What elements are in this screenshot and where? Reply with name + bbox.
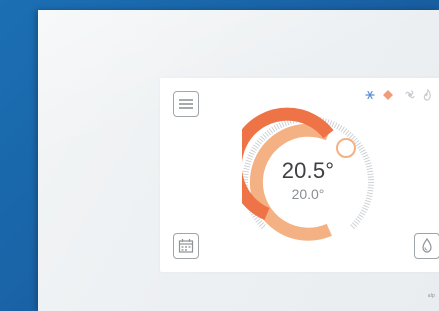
menu-button[interactable] — [173, 91, 199, 117]
dial-tick — [355, 218, 361, 223]
dial-tick — [356, 216, 363, 221]
dial-tick — [254, 142, 261, 147]
humidity-button[interactable] — [414, 233, 439, 259]
dial-knob[interactable] — [336, 138, 356, 158]
dial-tick — [338, 125, 343, 131]
dial-tick — [258, 137, 264, 143]
dial-tick — [360, 149, 366, 154]
dial-tick — [357, 144, 363, 149]
dial-tick — [348, 133, 354, 139]
dial-tick — [276, 123, 280, 130]
snowflake-icon[interactable] — [365, 90, 375, 100]
drop-icon — [422, 237, 432, 253]
dial-tick — [278, 122, 283, 129]
dial-tick — [247, 154, 254, 158]
dial-tick — [355, 142, 362, 147]
dial-tick — [266, 129, 272, 136]
heat-icon[interactable] — [383, 90, 393, 100]
dial-tick — [264, 131, 270, 137]
dial-tick — [351, 222, 357, 227]
fan-icon[interactable] — [405, 90, 415, 99]
dial-tick — [350, 224, 355, 229]
dial-tick — [331, 121, 335, 128]
dial-tick — [364, 202, 371, 206]
dial-tick — [251, 146, 258, 151]
dial-tick — [342, 128, 348, 134]
dial-tick — [283, 120, 287, 127]
dial-tick — [257, 220, 263, 225]
dial-tick — [336, 123, 340, 130]
calendar-icon — [178, 239, 194, 253]
dial-tick — [333, 122, 338, 129]
dial-tick — [353, 220, 359, 225]
dial-tick — [248, 151, 255, 156]
dial-tick — [354, 139, 360, 145]
dial-tick — [281, 121, 285, 128]
dial-tick — [273, 125, 278, 131]
dial-tick — [260, 135, 266, 141]
flame-icon[interactable] — [423, 88, 431, 101]
dial-tick — [344, 129, 350, 136]
dial-tick — [362, 154, 369, 158]
dial-tick — [358, 213, 364, 218]
temperature-dial[interactable]: 20.5° 20.0° — [228, 102, 375, 262]
menu-icon — [179, 99, 193, 109]
dial-tick — [350, 135, 356, 141]
current-temperature: 20.5° — [281, 158, 335, 183]
dial-tick — [253, 144, 259, 149]
dial-tick — [259, 222, 265, 227]
dial-tick — [362, 207, 368, 211]
dial-tick — [363, 204, 370, 208]
setpoint-temperature: 20.0° — [291, 186, 325, 202]
dial-tick — [271, 126, 276, 133]
dial-tick — [268, 128, 274, 134]
brand-mark: alp — [427, 293, 435, 299]
dial-tick — [346, 131, 352, 137]
dial-tick — [250, 149, 256, 154]
dial-tick — [360, 209, 367, 214]
dial-tick — [256, 139, 262, 145]
dial-tick — [329, 120, 333, 127]
dial-tick — [361, 151, 368, 156]
wall-panel: 20.5° 20.0° alp — [38, 10, 439, 311]
schedule-button[interactable] — [173, 233, 199, 259]
thermostat-screen: 20.5° 20.0° — [160, 78, 439, 272]
dial-tick — [340, 126, 345, 133]
dial-tick — [358, 146, 365, 151]
dial-tick — [261, 224, 266, 229]
mode-indicator-row — [365, 86, 439, 104]
dial-tick — [253, 216, 260, 221]
dial-tick — [262, 133, 268, 139]
dial-tick — [359, 211, 366, 216]
dial-tick — [255, 218, 261, 223]
